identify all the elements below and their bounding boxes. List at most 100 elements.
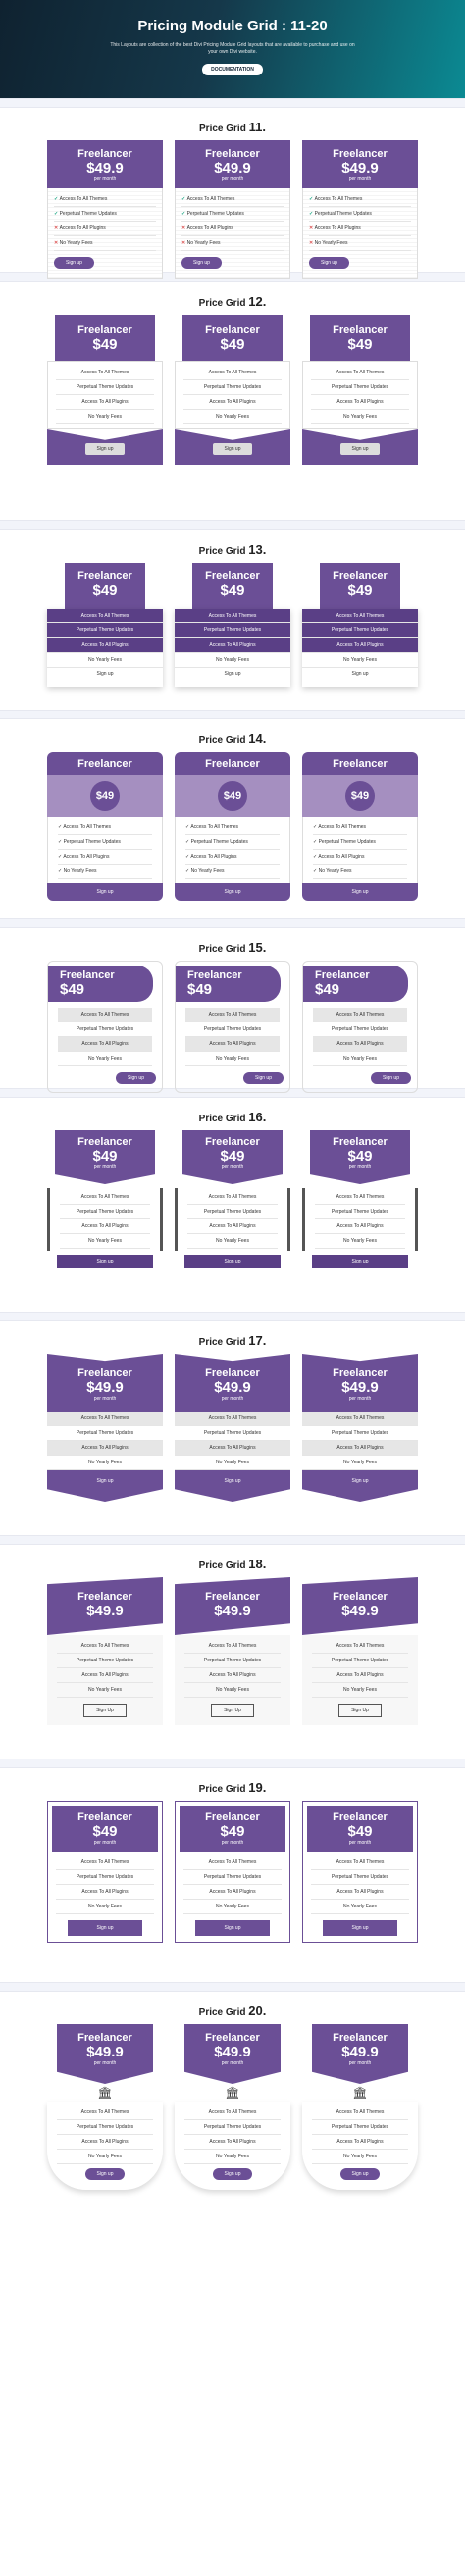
signup-button: Sign up [312,1255,408,1268]
feature-item: Access To All Plugins [47,1441,163,1456]
feature-text: Access To All Themes [80,613,129,619]
feature-item: Perpetual Theme Updates [175,1426,290,1441]
price-period: per month [348,1164,372,1170]
pricing-card: Freelancer $49 ✓ Access To All Themes ✓ Per… [175,752,290,918]
plan-price: $49 [92,1148,118,1164]
feature-item: ✓ Access To All Plugins [313,850,407,865]
plan-price: $49.9 [86,160,124,176]
plan-name: Freelancer [333,324,388,336]
feature-item: Perpetual Theme Updates [185,1022,280,1037]
feature-item: Perpetual Theme Updates [57,1654,153,1668]
card-header: Freelancer $49 per month [52,1806,158,1852]
feature-item: Access To All Plugins [60,1219,150,1234]
documentation-button[interactable]: DOCUMENTATION [202,64,263,75]
feature-item: Access To All Themes [57,2105,153,2120]
feature-text: Access To All Themes [208,613,257,619]
card-header: Freelancer $49 [182,315,283,361]
feature-text: Access To All Plugins [81,1445,129,1451]
feature-item: ✓ Access To All Plugins [185,850,280,865]
feature-text: No Yearly Fees [216,657,249,663]
card-header: Freelancer $49.9 per month [175,1354,290,1412]
feature-text: Perpetual Theme Updates [318,839,376,845]
plan-name: Freelancer [78,2032,132,2044]
feature-item: No Yearly Fees [311,1900,409,1914]
price-circle: $49 [90,781,120,811]
feature-item: ✓ Access To All Themes [181,192,284,207]
feature-text: Access To All Plugins [209,1445,256,1451]
feature-item: ✓ Perpetual Theme Updates [54,207,156,222]
feature-text: Perpetual Theme Updates [186,211,244,217]
pricing-card: Freelancer $49 Access To All Themes Perpetu… [175,563,290,710]
feature-item: Perpetual Theme Updates [311,380,409,395]
plan-name: Freelancer [333,758,388,769]
feature-text: Access To All Plugins [336,1041,384,1047]
card-header: Freelancer $49.9 [302,1577,418,1635]
signup-button: Sign up [339,443,381,455]
feature-text: Access To All Plugins [336,1889,384,1895]
card-footer: Sign up [47,429,163,465]
price-grid-20: Price Grid 20. Freelancer $49.9 per month 🏛 A… [0,1982,465,2240]
card-header: Freelancer $49 [310,315,410,361]
feature-text: Perpetual Theme Updates [76,1026,134,1032]
feature-item: Access To All Plugins [56,1885,154,1900]
card-header: Freelancer $49.9 per month [312,2024,408,2084]
feature-item: ✓ No Yearly Fees [185,865,280,879]
feature-text: Perpetual Theme Updates [190,839,248,845]
feature-item: No Yearly Fees [47,1456,163,1470]
feature-item: Access To All Themes [56,366,154,380]
signup-button: Sign Up [211,1704,254,1717]
feature-item: ✓ Perpetual Theme Updates [58,835,152,850]
feature-item: Perpetual Theme Updates [311,1870,409,1885]
feature-item: ✓ Access To All Plugins [58,850,152,865]
feature-text: No Yearly Fees [88,1056,122,1062]
feature-text: No Yearly Fees [88,657,122,663]
feature-text: Access To All Themes [208,1415,257,1421]
bank-icon: 🏛 [225,2086,240,2100]
feature-item: ✓ Perpetual Theme Updates [185,835,280,850]
price-period: per month [93,176,117,182]
feature-text: No Yearly Fees [343,1460,377,1465]
signup-button: Sign up [243,1072,284,1084]
feature-item: ✓ Perpetual Theme Updates [309,207,411,222]
plan-name: Freelancer [315,969,370,981]
section-title: Price Grid 15. [198,940,267,955]
pricing-card: Freelancer $49 Access To All Themes Perpetu… [302,563,418,710]
feature-text: Perpetual Theme Updates [331,1430,389,1436]
card-header: Freelancer $49.9 per month [184,2024,281,2084]
feature-item: Access To All Themes [312,2105,408,2120]
feature-item: Access To All Plugins [311,1885,409,1900]
feature-text: Perpetual Theme Updates [76,627,134,633]
feature-text: Access To All Plugins [63,854,110,860]
signup-button: Sign up [212,2168,253,2180]
pricing-card: Freelancer $49 Access To All Themes Perpetu… [47,961,163,1093]
feature-text: No Yearly Fees [343,1904,377,1909]
feature-item: ✕ No Yearly Fees [309,236,411,251]
pricing-card: Freelancer $49 Access To All Themes Perpetu… [175,961,290,1093]
price-period: per month [348,176,372,182]
feature-text: Perpetual Theme Updates [203,2124,262,2130]
feature-text: Access To All Plugins [190,854,237,860]
feature-text: No Yearly Fees [216,2154,249,2159]
feature-item: No Yearly Fees [57,1683,153,1698]
feature-item: Access To All Plugins [183,395,282,410]
pricing-card: Freelancer $49.9 per month 🏛 Access To All T… [175,2024,290,2240]
feature-item: Perpetual Theme Updates [184,2120,281,2135]
feature-item: Access To All Plugins [175,1441,290,1456]
pricing-card: Freelancer $49 Access To All Themes Perpetu… [47,563,163,710]
feature-item: Access To All Themes [175,1412,290,1426]
feature-item: Perpetual Theme Updates [56,1870,154,1885]
plan-price: $49 [92,1823,118,1840]
card-footer: Sign up [302,429,418,465]
feature-item: No Yearly Fees [58,1052,152,1066]
plan-price: $49.9 [86,2044,124,2060]
feature-text: Perpetual Theme Updates [203,1430,262,1436]
feature-item: Access To All Plugins [175,638,290,653]
feature-item: No Yearly Fees [47,653,163,668]
feature-text: Access To All Themes [59,196,108,202]
feature-text: Perpetual Theme Updates [331,1209,389,1214]
feature-text: Access To All Plugins [314,225,361,231]
section-title: Price Grid 16. [198,1110,267,1124]
feature-item: ✕ Access To All Plugins [181,222,284,236]
feature-text: Access To All Plugins [81,1672,129,1678]
price-period: per month [93,1396,117,1402]
